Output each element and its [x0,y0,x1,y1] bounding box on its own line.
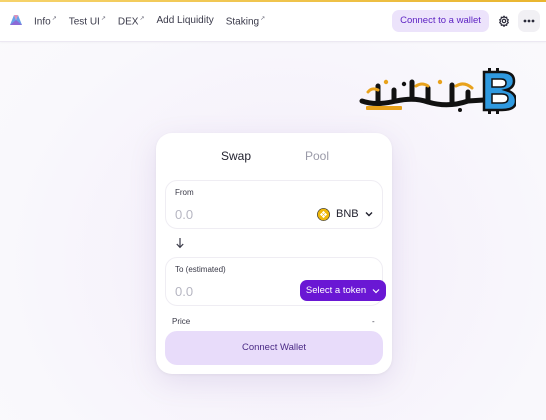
bunny-logo-icon[interactable] [8,12,24,28]
connect-wallet-header-button[interactable]: Connect to a wallet [392,10,489,32]
chevron-down-icon [372,288,380,293]
chevron-down-icon [365,212,373,217]
gear-icon [498,15,510,27]
bitcoin-logo-icon [482,68,516,114]
external-link-icon: ↗ [139,16,145,22]
swap-card: Swap Pool From BNB To (estimated) Select… [156,133,392,374]
nav-item-test-ui[interactable]: Test UI↗ [69,15,106,27]
nav-item-info[interactable]: Info↗ [34,15,57,27]
from-token-symbol: BNB [336,208,359,220]
price-label: Price [172,317,191,326]
external-link-icon: ↗ [100,16,106,22]
nav-item-label: Staking [225,16,260,28]
nav-item-label: Add Liquidity [156,15,214,26]
from-token-selector[interactable]: BNB [317,206,373,222]
top-navigation-bar: Info↗ Test UI↗ DEX↗ Add Liquidity Stakin… [0,0,546,42]
nav-item-label: Info [34,16,51,28]
main-nav: Info↗ Test UI↗ DEX↗ Add Liquidity Stakin… [34,15,277,27]
from-label: From [175,188,194,197]
from-token-panel: From BNB [165,180,383,229]
more-options-button[interactable] [518,10,540,32]
arabic-calligraphy-logo [359,79,487,112]
select-token-button[interactable]: Select a token [300,280,386,301]
external-link-icon: ↗ [51,16,57,22]
nav-item-add-liquidity[interactable]: Add Liquidity [156,15,213,27]
tab-swap[interactable]: Swap [221,149,251,163]
watermark-logo [359,68,516,114]
arrow-down-icon[interactable] [175,237,185,249]
bnb-token-icon [317,207,330,221]
to-token-panel: To (estimated) Select a token [165,257,386,306]
settings-button[interactable] [493,10,515,32]
to-label: To (estimated) [175,265,226,274]
from-amount-input[interactable] [175,205,285,223]
tab-pool[interactable]: Pool [305,149,329,163]
nav-item-dex[interactable]: DEX↗ [118,15,145,27]
to-amount-input[interactable] [175,282,285,300]
more-dots-icon [523,19,535,23]
nav-item-staking[interactable]: Staking↗ [226,15,265,27]
nav-item-label: Test UI [68,16,100,28]
price-value: - [372,317,375,326]
nav-item-label: DEX [117,16,139,28]
external-link-icon: ↗ [260,16,266,22]
connect-wallet-button[interactable]: Connect Wallet [165,331,383,365]
select-token-label: Select a token [305,285,367,296]
